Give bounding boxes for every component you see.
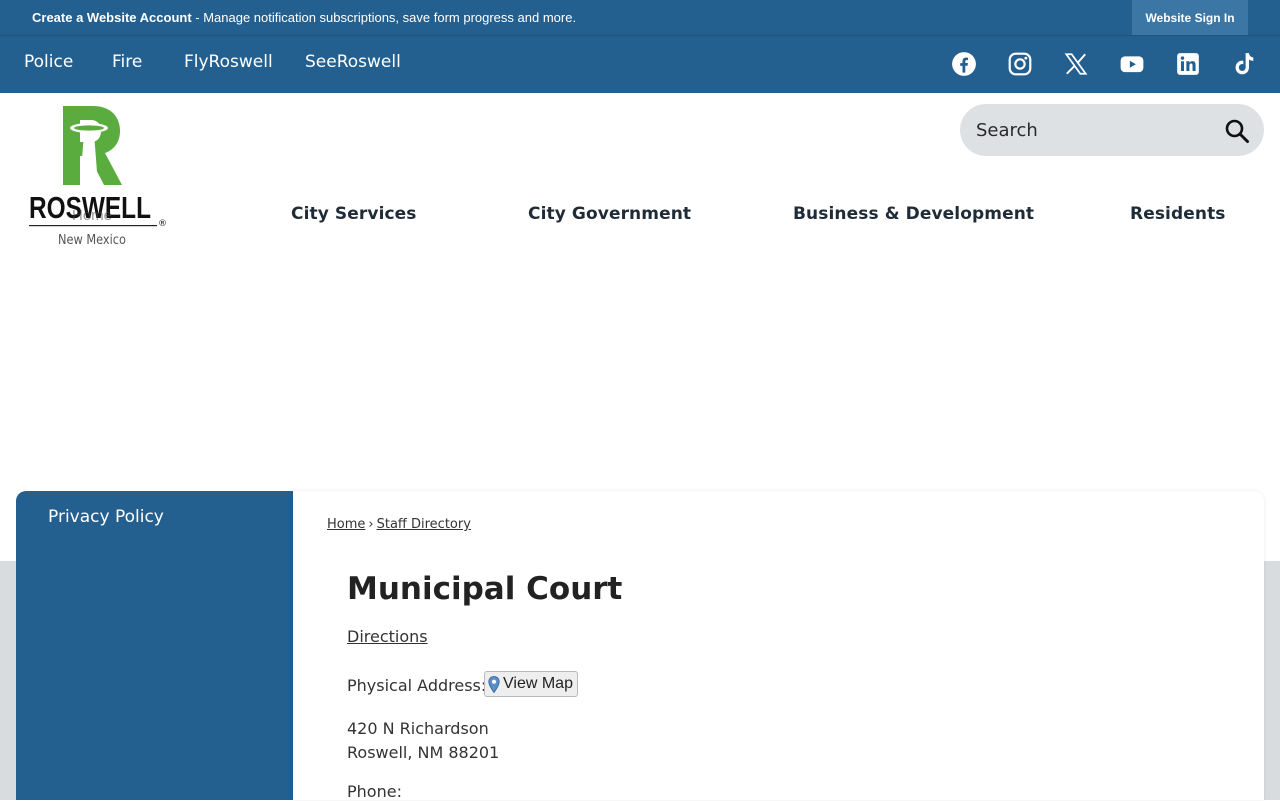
logo-overlay-text: Home — [72, 207, 112, 224]
main-nav-city-services[interactable]: City Services — [291, 204, 417, 224]
tiktok-icon[interactable] — [1230, 50, 1258, 78]
utility-link-flyroswell[interactable]: FlyRoswell — [184, 52, 273, 72]
sidebar: Privacy Policy — [16, 491, 293, 800]
utility-nav: Police Fire FlyRoswell SeeRoswell — [0, 35, 1280, 93]
create-account-label[interactable]: Create a Website Account — [32, 10, 192, 25]
utility-link-seeroswell[interactable]: SeeRoswell — [305, 52, 401, 72]
create-account-link[interactable]: Create a Website Account - Manage notifi… — [32, 10, 576, 25]
phone-label: Phone: — [347, 782, 402, 801]
page-title: Municipal Court — [347, 571, 623, 607]
logo-subtitle: New Mexico — [58, 233, 126, 248]
search-icon[interactable] — [1224, 118, 1250, 144]
instagram-icon[interactable] — [1006, 50, 1034, 78]
main-content: Home › Staff Directory Municipal Court Dir… — [293, 491, 1264, 801]
main-nav-residents[interactable]: Residents — [1130, 204, 1226, 224]
account-bar: Create a Website Account - Manage notifi… — [0, 0, 1280, 35]
breadcrumb-home[interactable]: Home — [327, 517, 365, 532]
map-pin-icon — [488, 675, 500, 693]
physical-address-label: Physical Address: — [347, 676, 487, 695]
search-box[interactable]: Search — [960, 104, 1264, 156]
utility-link-fire[interactable]: Fire — [112, 52, 142, 72]
breadcrumb-separator: › — [368, 517, 374, 532]
utility-link-police[interactable]: Police — [24, 52, 73, 72]
sidebar-item-privacy-policy[interactable]: Privacy Policy — [48, 507, 164, 527]
logo-registered-mark: ® — [158, 219, 167, 229]
address-line-1: 420 N Richardson — [347, 719, 489, 738]
main-nav-business-development[interactable]: Business & Development — [793, 204, 1034, 224]
view-map-label: View Map — [503, 675, 573, 692]
x-icon[interactable] — [1062, 50, 1090, 78]
breadcrumb-staff-directory[interactable]: Staff Directory — [377, 517, 471, 532]
website-sign-in-button[interactable]: Website Sign In — [1132, 0, 1248, 35]
youtube-icon[interactable] — [1118, 50, 1146, 78]
linkedin-icon[interactable] — [1174, 50, 1202, 78]
create-account-description: - Manage notification subscriptions, sav… — [191, 10, 577, 25]
address-line-2: Roswell, NM 88201 — [347, 743, 500, 762]
roswell-logo[interactable]: ROSWELL Home ® New Mexico — [28, 104, 170, 250]
view-map-button[interactable]: View Map — [484, 671, 578, 697]
search-input[interactable]: Search — [976, 120, 1038, 141]
facebook-icon[interactable] — [950, 50, 978, 78]
directions-link[interactable]: Directions — [347, 627, 428, 646]
main-nav-city-government[interactable]: City Government — [528, 204, 691, 224]
breadcrumb: Home › Staff Directory — [327, 517, 471, 532]
